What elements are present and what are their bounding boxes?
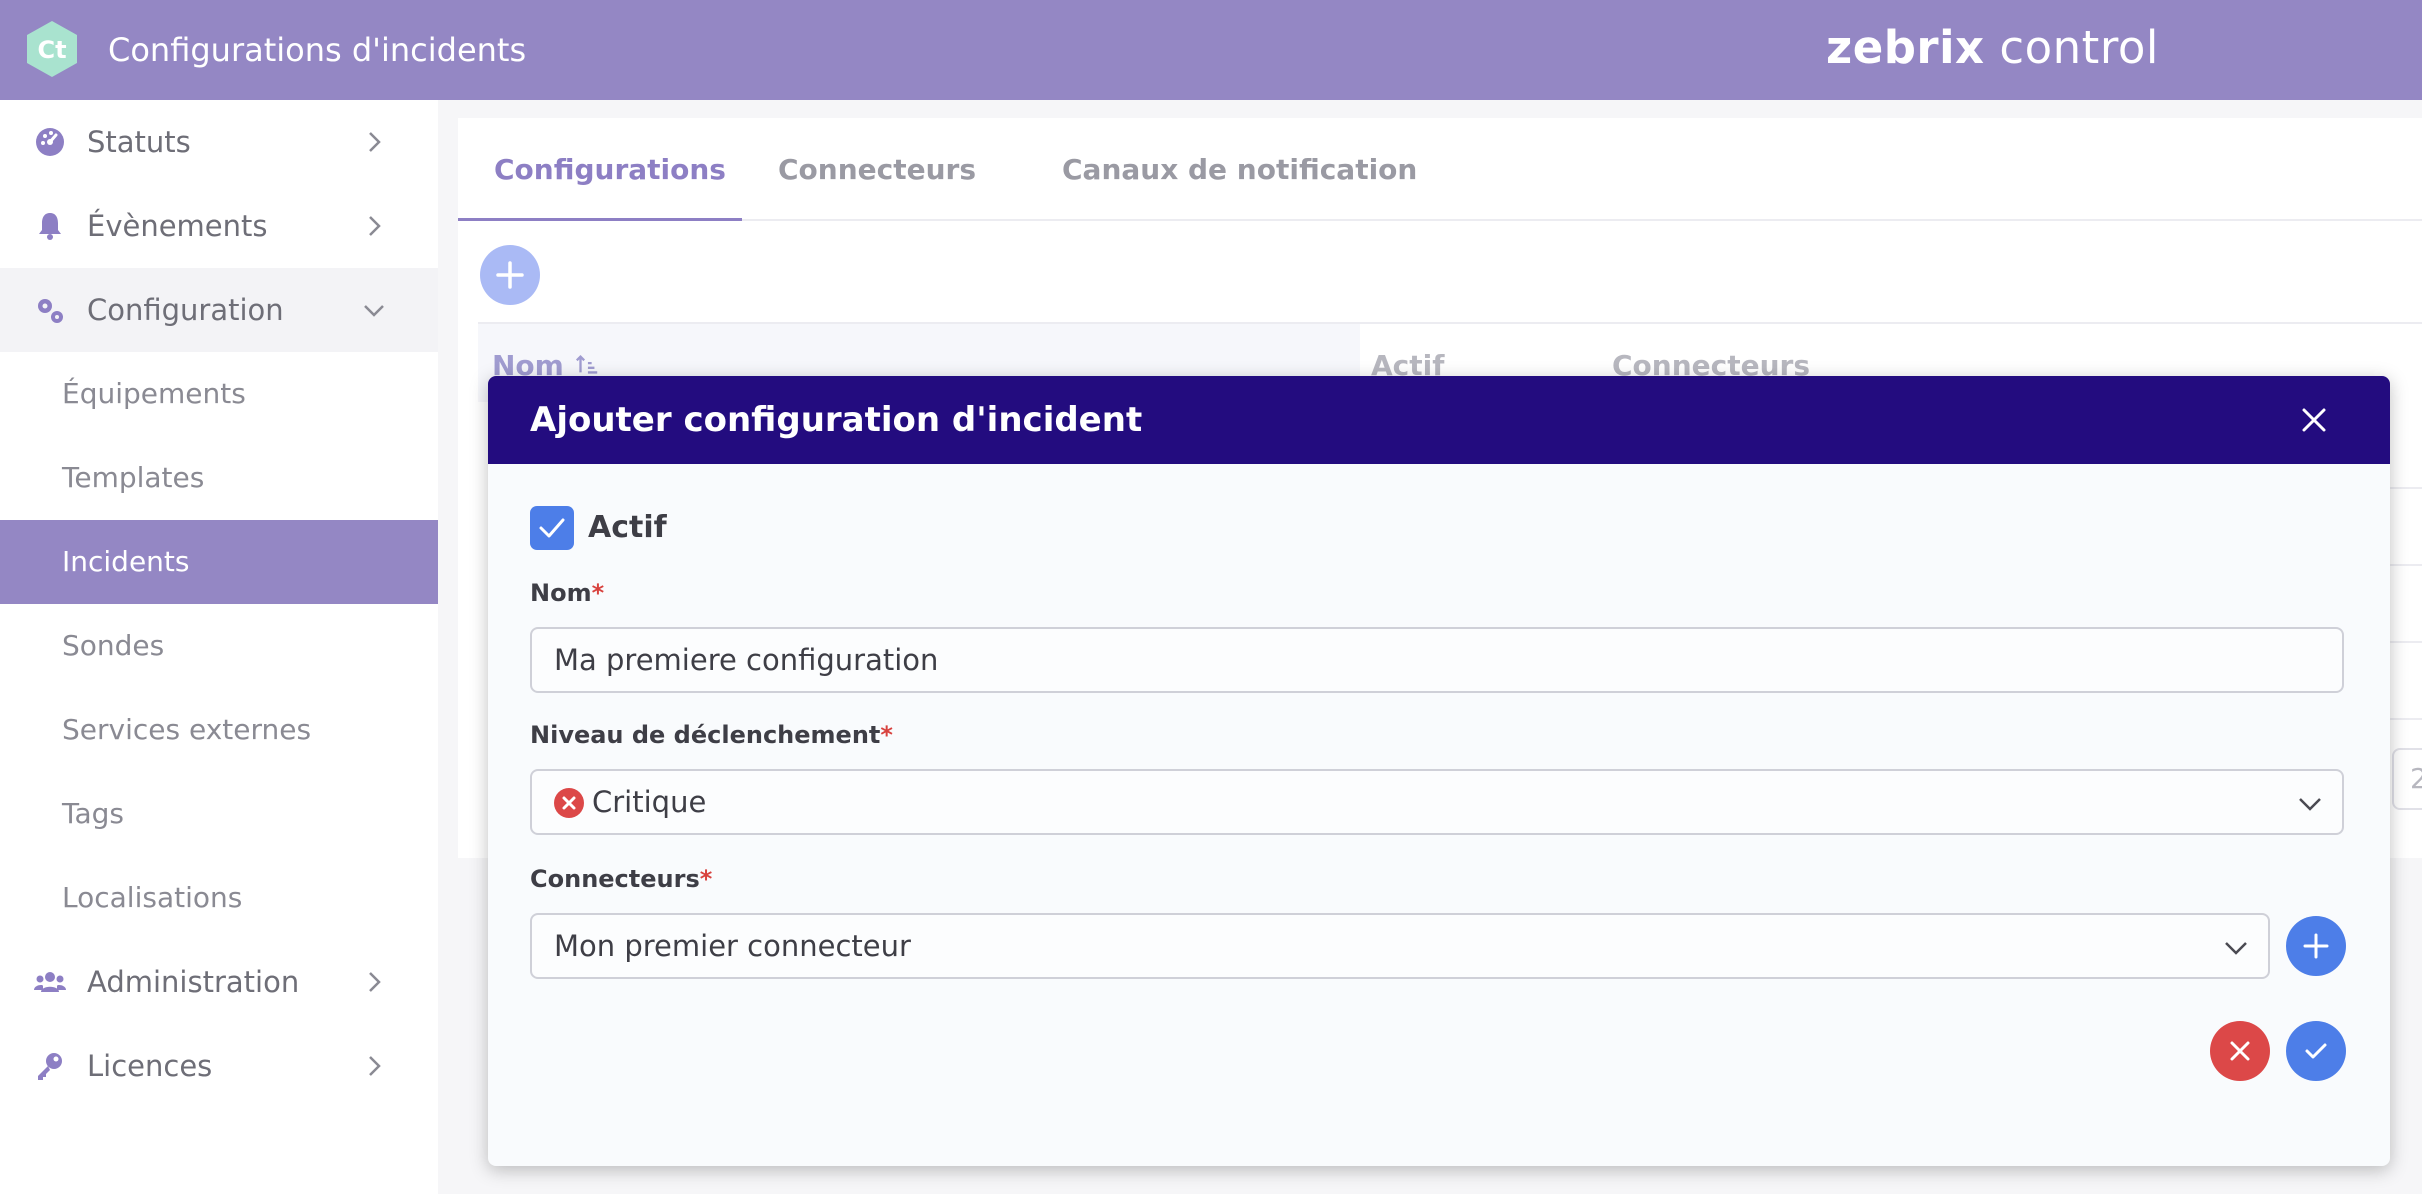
cancel-button[interactable] xyxy=(2210,1021,2270,1081)
checkmark-icon xyxy=(2305,1043,2327,1059)
dialog-header: Ajouter configuration d'incident xyxy=(488,376,2390,464)
sidebar-subitem-localisations[interactable]: Localisations xyxy=(0,856,438,940)
tab-canaux-de-notification[interactable]: Canaux de notification xyxy=(1026,118,1453,221)
sidebar-subitem-tags[interactable]: Tags xyxy=(0,772,438,856)
name-input[interactable]: Ma premiere configuration xyxy=(530,627,2344,693)
sidebar-subitem-label: Tags xyxy=(62,797,124,830)
sidebar-subitem-label: Incidents xyxy=(62,545,190,578)
connectors-field-label-text: Connecteurs xyxy=(530,865,700,893)
table-header xyxy=(478,322,2422,382)
name-field-label: Nom* xyxy=(530,576,604,610)
svg-text:Ct: Ct xyxy=(37,36,66,64)
tab-connecteurs[interactable]: Connecteurs xyxy=(742,118,1012,221)
sidebar-subitem-label: Templates xyxy=(62,461,205,494)
users-icon xyxy=(34,972,66,992)
sidebar-item-label: Statuts xyxy=(87,125,191,159)
sidebar-subitem-services-externes[interactable]: Services externes xyxy=(0,688,438,772)
bell-icon xyxy=(39,213,61,240)
chevron-right-icon xyxy=(369,1056,381,1076)
active-checkbox-label: Actif xyxy=(588,510,667,545)
chevron-down-icon xyxy=(364,305,384,317)
close-icon xyxy=(2230,1041,2250,1061)
level-field-label-text: Niveau de déclenchement xyxy=(530,721,881,749)
add-connector-button[interactable] xyxy=(2286,916,2346,976)
sidebar: Statuts Évènements Configuration Équipem… xyxy=(0,100,438,1194)
app-header: Ct Configurations d'incidents zebrix con… xyxy=(0,0,2422,100)
sidebar-item-licences[interactable]: Licences xyxy=(0,1024,438,1108)
level-field-label: Niveau de déclenchement* xyxy=(530,718,893,752)
active-checkbox[interactable] xyxy=(530,506,574,550)
sidebar-item-label: Licences xyxy=(87,1049,213,1083)
add-configuration-button[interactable] xyxy=(480,245,540,305)
dialog-title: Ajouter configuration d'incident xyxy=(530,400,1143,440)
name-field-label-text: Nom xyxy=(530,579,592,607)
sidebar-subitem-label: Localisations xyxy=(62,881,243,914)
brand-light: control xyxy=(1999,21,2159,74)
pagination-button[interactable]: 2 xyxy=(2392,748,2422,810)
critical-x-icon xyxy=(554,788,584,818)
sidebar-item-administration[interactable]: Administration xyxy=(0,940,438,1024)
chevron-right-icon xyxy=(369,132,381,152)
brand-logo: zebrix control xyxy=(1826,20,2159,76)
sidebar-item-label: Configuration xyxy=(87,293,284,327)
sidebar-subitem-label: Équipements xyxy=(62,377,246,410)
chevron-down-icon xyxy=(2225,942,2247,955)
plus-icon xyxy=(2303,933,2329,959)
page-title: Configurations d'incidents xyxy=(108,31,527,69)
sidebar-subitem-incidents[interactable]: Incidents xyxy=(0,520,438,604)
sidebar-item-evenements[interactable]: Évènements xyxy=(0,184,438,268)
sidebar-item-label: Évènements xyxy=(87,209,268,243)
required-marker: * xyxy=(591,579,605,607)
required-marker: * xyxy=(699,865,713,893)
sidebar-subitem-label: Sondes xyxy=(62,629,165,662)
app-logo-icon[interactable]: Ct xyxy=(22,19,82,79)
sidebar-subitem-sondes[interactable]: Sondes xyxy=(0,604,438,688)
sort-ascending-icon xyxy=(575,355,597,374)
chevron-right-icon xyxy=(369,216,381,236)
chevron-right-icon xyxy=(369,972,381,992)
checkmark-icon xyxy=(539,518,565,538)
connectors-select[interactable]: Mon premier connecteur xyxy=(530,913,2270,979)
plus-icon xyxy=(496,261,524,289)
confirm-button[interactable] xyxy=(2286,1021,2346,1081)
gears-icon xyxy=(38,299,63,323)
trigger-level-select[interactable]: Critique xyxy=(530,769,2344,835)
sidebar-item-configuration[interactable]: Configuration xyxy=(0,268,438,352)
sidebar-item-label: Administration xyxy=(87,965,300,999)
sidebar-subitem-templates[interactable]: Templates xyxy=(0,436,438,520)
tab-bar: Configurations Connecteurs Canaux de not… xyxy=(458,118,2422,221)
trigger-level-value: Critique xyxy=(592,785,707,819)
sidebar-subitem-label: Services externes xyxy=(62,713,312,746)
gauge-icon xyxy=(36,128,64,156)
key-icon xyxy=(38,1053,62,1080)
close-icon[interactable] xyxy=(2298,404,2330,436)
sidebar-item-statuts[interactable]: Statuts xyxy=(0,100,438,184)
brand-bold: zebrix xyxy=(1826,21,1985,74)
required-marker: * xyxy=(880,721,893,749)
connectors-field-label: Connecteurs* xyxy=(530,862,712,896)
chevron-down-icon xyxy=(2299,798,2321,811)
connectors-value: Mon premier connecteur xyxy=(554,929,911,963)
sidebar-subitem-equipements[interactable]: Équipements xyxy=(0,352,438,436)
add-incident-config-dialog: Ajouter configuration d'incident Actif N… xyxy=(488,376,2390,1166)
tab-configurations[interactable]: Configurations xyxy=(458,118,742,221)
